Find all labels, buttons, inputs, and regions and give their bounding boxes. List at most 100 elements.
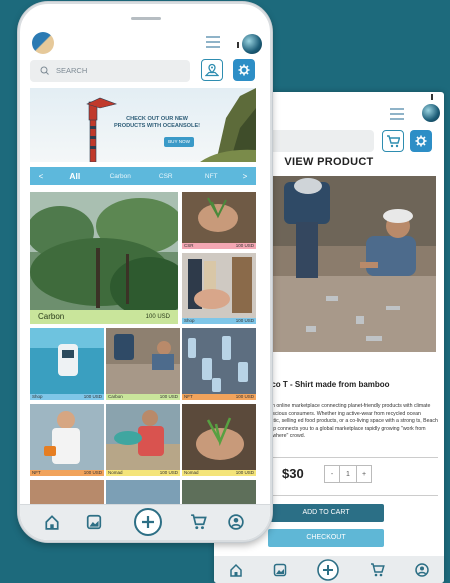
product-category: NFT [32, 470, 41, 475]
product-category: Shop [184, 318, 195, 323]
product-tag: Nomad 100 USD [106, 470, 180, 476]
quantity-increment-button[interactable]: + [356, 465, 372, 483]
product-price: 100 USD [83, 470, 102, 475]
product-card[interactable] [106, 480, 180, 506]
buy-now-button[interactable]: BUY NOW [164, 137, 194, 147]
fisherman-image [106, 404, 180, 470]
plus-icon [142, 516, 154, 528]
gear-icon [415, 135, 427, 147]
cart-icon[interactable] [370, 562, 385, 577]
tab-carbon[interactable]: Carbon [98, 173, 144, 180]
product-card[interactable]: Nomad 100 USD [182, 404, 256, 476]
product-card[interactable]: CSR 100 USD [182, 192, 256, 249]
bottom-nav [214, 556, 444, 583]
divider [266, 457, 438, 458]
product-tag: Shop 100 USD [30, 394, 104, 400]
checkout-button[interactable]: CHECKOUT [268, 529, 384, 547]
seedling-image [182, 404, 256, 470]
gear-icon [238, 64, 250, 76]
promo-banner[interactable]: CHECK OUT OUR NEW PRODUCTS WITH OCEANSOL… [30, 88, 256, 162]
product-tag: Nomad 100 USD [182, 470, 256, 476]
product-category: Nomad [108, 470, 123, 475]
quantity-value[interactable]: 1 [339, 465, 357, 483]
product-category: NFT [184, 394, 193, 399]
quantity-decrement-button[interactable]: - [324, 465, 340, 483]
bottom-nav [20, 504, 270, 540]
category-tabs: < All Carbon CSR NFT > [30, 167, 256, 185]
product-tag: NFT 100 USD [182, 394, 256, 400]
product-card[interactable]: Shop 100 USD [182, 253, 256, 324]
volunteer-image [30, 404, 104, 470]
product-card[interactable]: NFT 100 USD [30, 404, 104, 476]
forest-image [30, 192, 178, 324]
user-icon[interactable] [228, 514, 244, 530]
product-price: 100 USD [235, 470, 254, 475]
map-icon [205, 63, 219, 77]
status-bar-indicator [237, 42, 239, 48]
product-tag: CSR 100 USD [182, 243, 256, 249]
product-category: Carbon [108, 394, 123, 399]
map-button[interactable] [201, 59, 223, 81]
product-tag: NFT 100 USD [30, 470, 104, 476]
globe-icon[interactable] [422, 104, 440, 122]
product-card[interactable]: Shop 100 USD [30, 328, 104, 400]
product-price: $30 [282, 466, 304, 481]
featured-product-card[interactable]: Carbon 100 USD [30, 192, 178, 324]
add-button[interactable] [134, 508, 162, 536]
product-category: CSR [184, 243, 194, 248]
product-card[interactable]: Nomad 100 USD [106, 404, 180, 476]
status-bar-indicator [431, 94, 433, 100]
product-price: 100 USD [83, 394, 102, 399]
menu-icon[interactable] [390, 108, 404, 120]
product-card[interactable] [30, 480, 104, 506]
product-card[interactable]: NFT 100 USD [182, 328, 256, 400]
product-price: 100 USD [159, 394, 178, 399]
gallery-icon[interactable] [86, 514, 102, 530]
bottles-image [182, 328, 256, 394]
product-category: Shop [32, 394, 43, 399]
tab-nft[interactable]: NFT [189, 173, 235, 180]
tab-all[interactable]: All [52, 171, 98, 181]
cart-button[interactable] [382, 130, 404, 152]
tabs-prev-arrow[interactable]: < [30, 172, 52, 181]
clothes-image [182, 253, 256, 318]
quantity-stepper[interactable]: - 1 + [324, 465, 372, 483]
home-icon[interactable] [229, 563, 243, 577]
product-tag: Shop 100 USD [182, 318, 256, 324]
featured-category: Carbon [38, 312, 65, 321]
home-icon[interactable] [44, 514, 60, 530]
search-input[interactable]: SEARCH [30, 60, 190, 82]
product-price: 100 USD [159, 470, 178, 475]
cleanup-image [106, 328, 180, 394]
menu-icon[interactable] [206, 36, 220, 48]
phone-speaker [131, 17, 161, 20]
banner-headline: CHECK OUT OUR NEW PRODUCTS WITH OCEANSOL… [113, 116, 201, 129]
tab-csr[interactable]: CSR [143, 173, 189, 180]
product-image [266, 176, 436, 352]
product-name: Eco T - Shirt made from bamboo [266, 380, 390, 389]
product-category: Nomad [184, 470, 199, 475]
product-price: 100 USD [235, 318, 254, 323]
product-card[interactable] [182, 480, 256, 506]
diver-image [30, 328, 104, 394]
featured-tag: Carbon 100 USD [30, 310, 178, 324]
tabs-next-arrow[interactable]: > [234, 172, 256, 181]
add-to-cart-button[interactable]: ADD TO CART [268, 504, 384, 522]
settings-button[interactable] [233, 59, 255, 81]
product-tag: Carbon 100 USD [106, 394, 180, 400]
planting-image [182, 192, 256, 243]
globe-icon[interactable] [242, 34, 262, 54]
user-icon[interactable] [415, 562, 429, 577]
cart-icon [387, 134, 400, 147]
product-card[interactable]: Carbon 100 USD [106, 328, 180, 400]
marketplace-screen: SEARCH CHECK OUT OUR NEW PRODUCTS WITH O… [18, 2, 272, 542]
search-placeholder: SEARCH [56, 66, 88, 75]
cart-icon[interactable] [190, 514, 207, 530]
product-price: 100 USD [235, 243, 254, 248]
gallery-icon[interactable] [273, 563, 287, 577]
settings-button[interactable] [410, 130, 432, 152]
app-logo [32, 32, 54, 54]
search-icon [40, 66, 49, 75]
plus-icon[interactable] [317, 558, 340, 581]
product-description: is an online marketplace connecting plan… [264, 403, 438, 439]
